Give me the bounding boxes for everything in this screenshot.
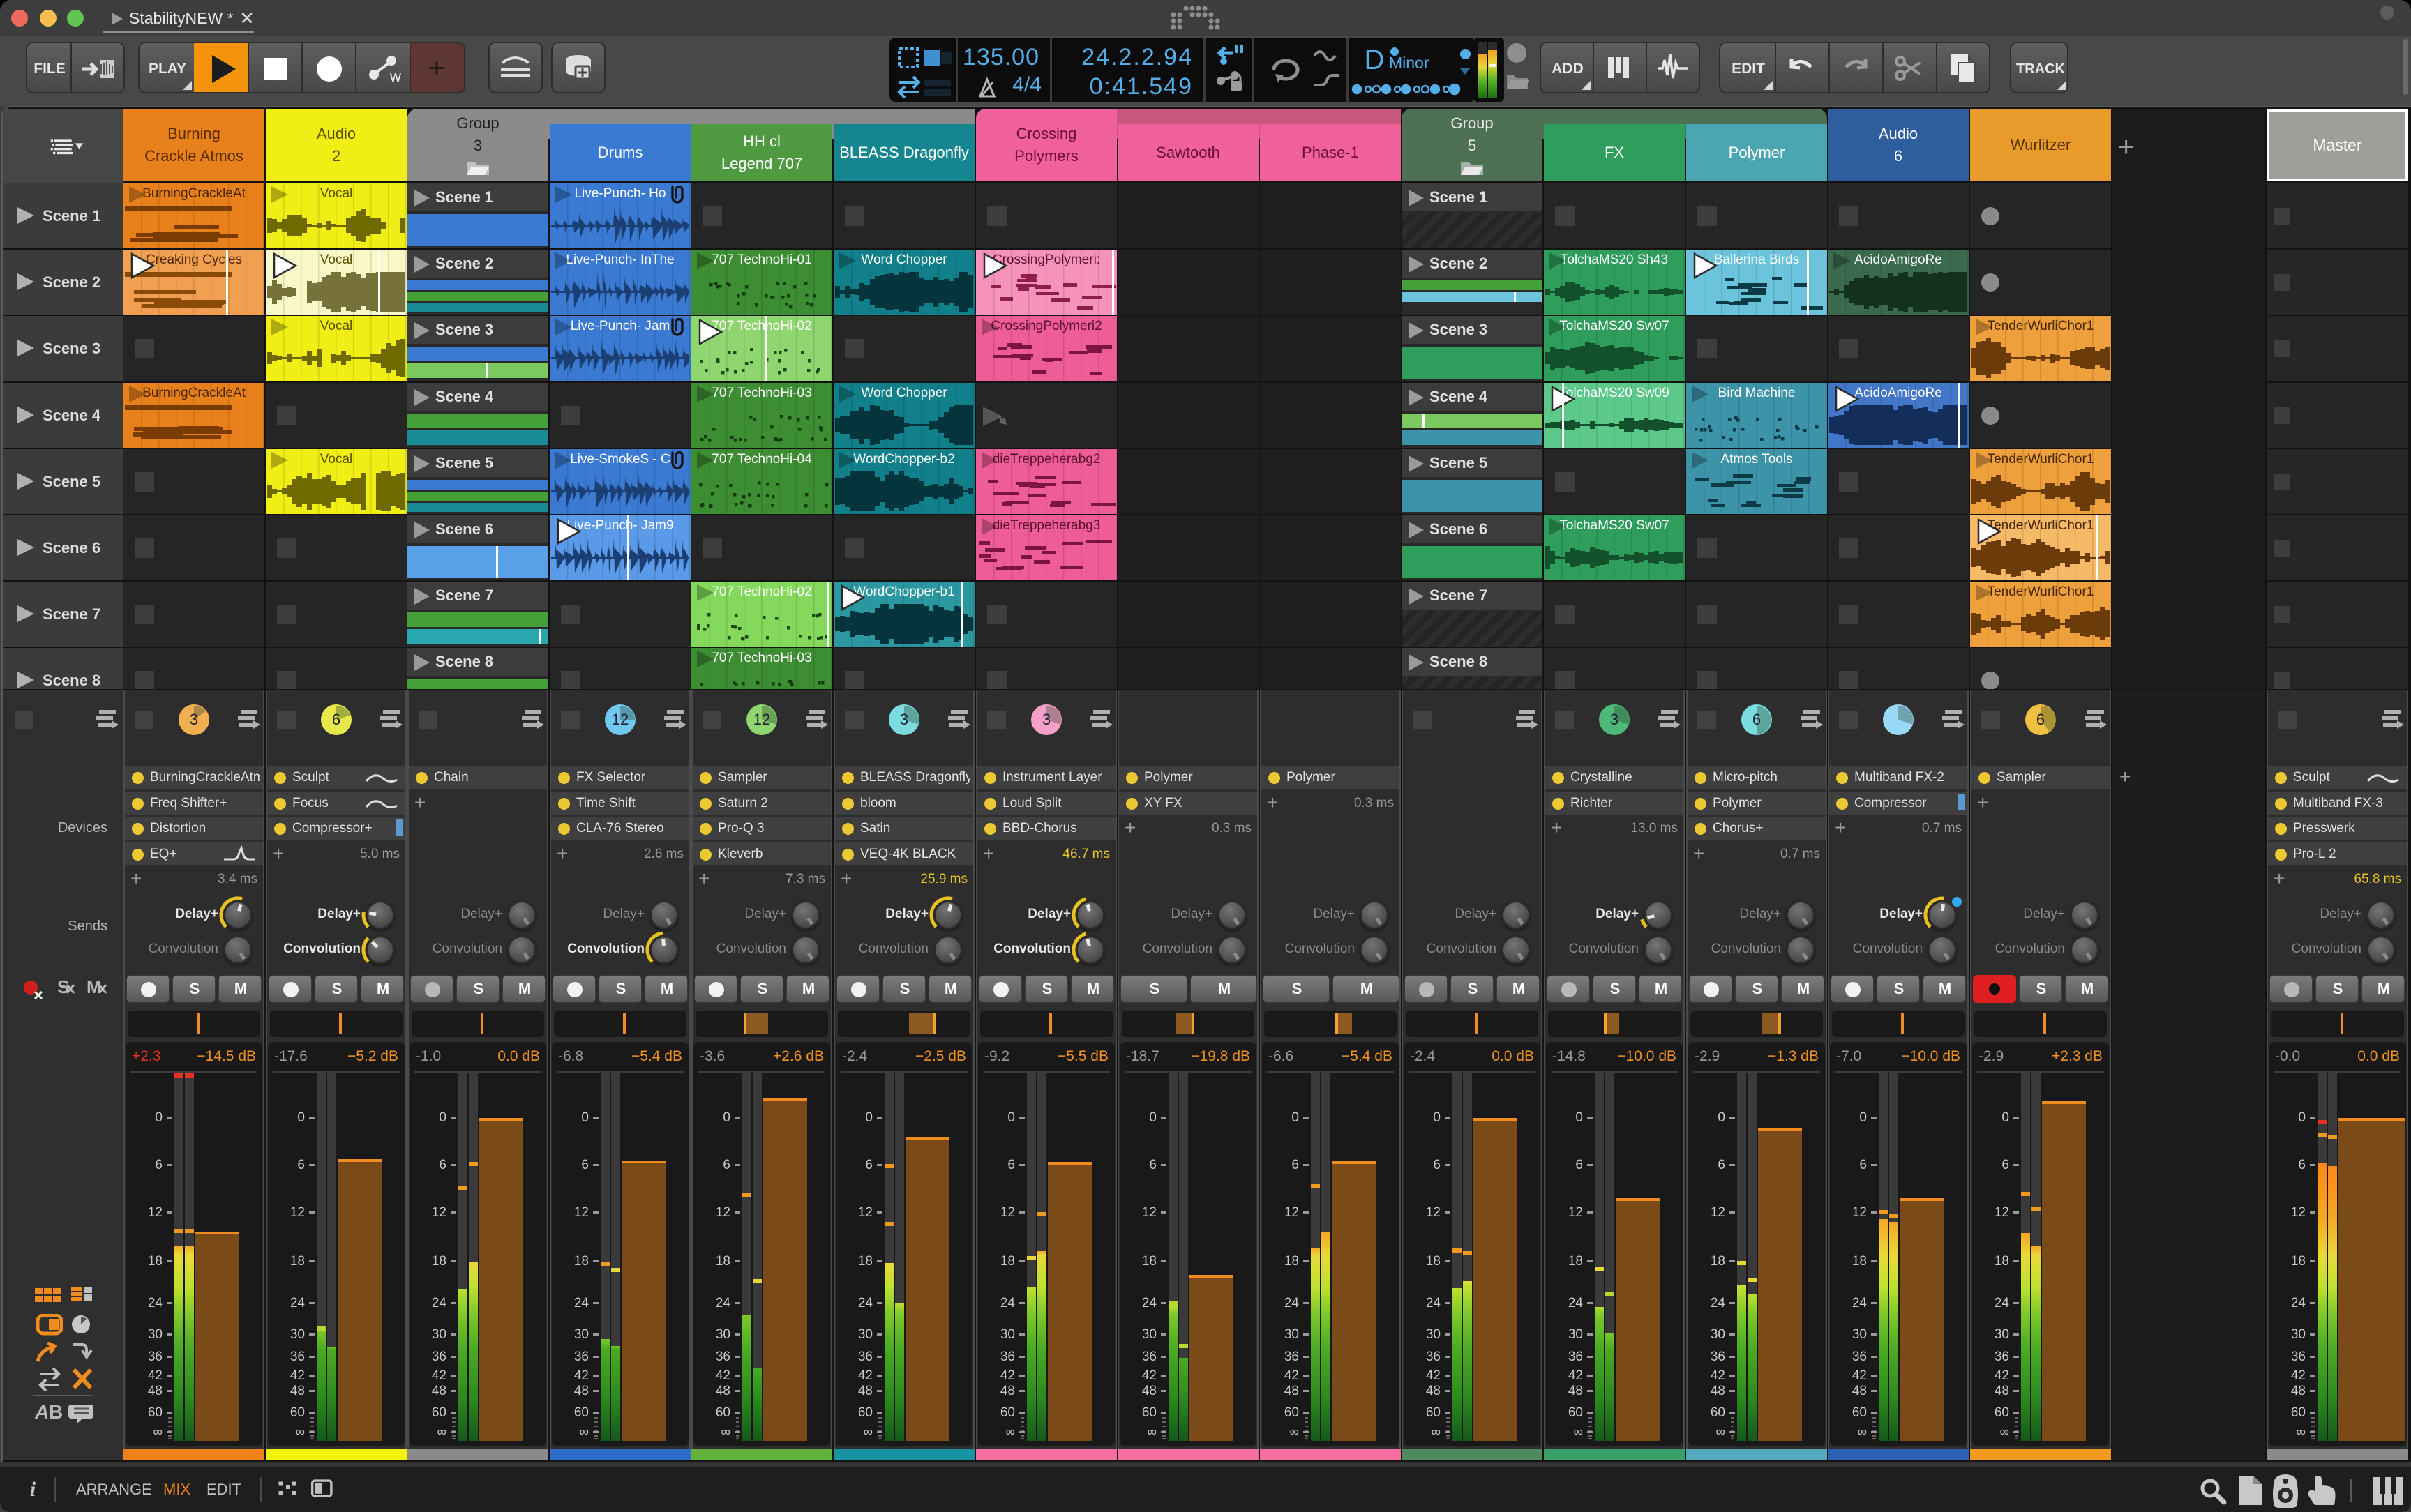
svg-text:w: w [389, 68, 401, 85]
svg-text:A: A [35, 1402, 49, 1423]
svg-text:M: M [87, 976, 102, 997]
svg-text:B: B [49, 1402, 63, 1423]
